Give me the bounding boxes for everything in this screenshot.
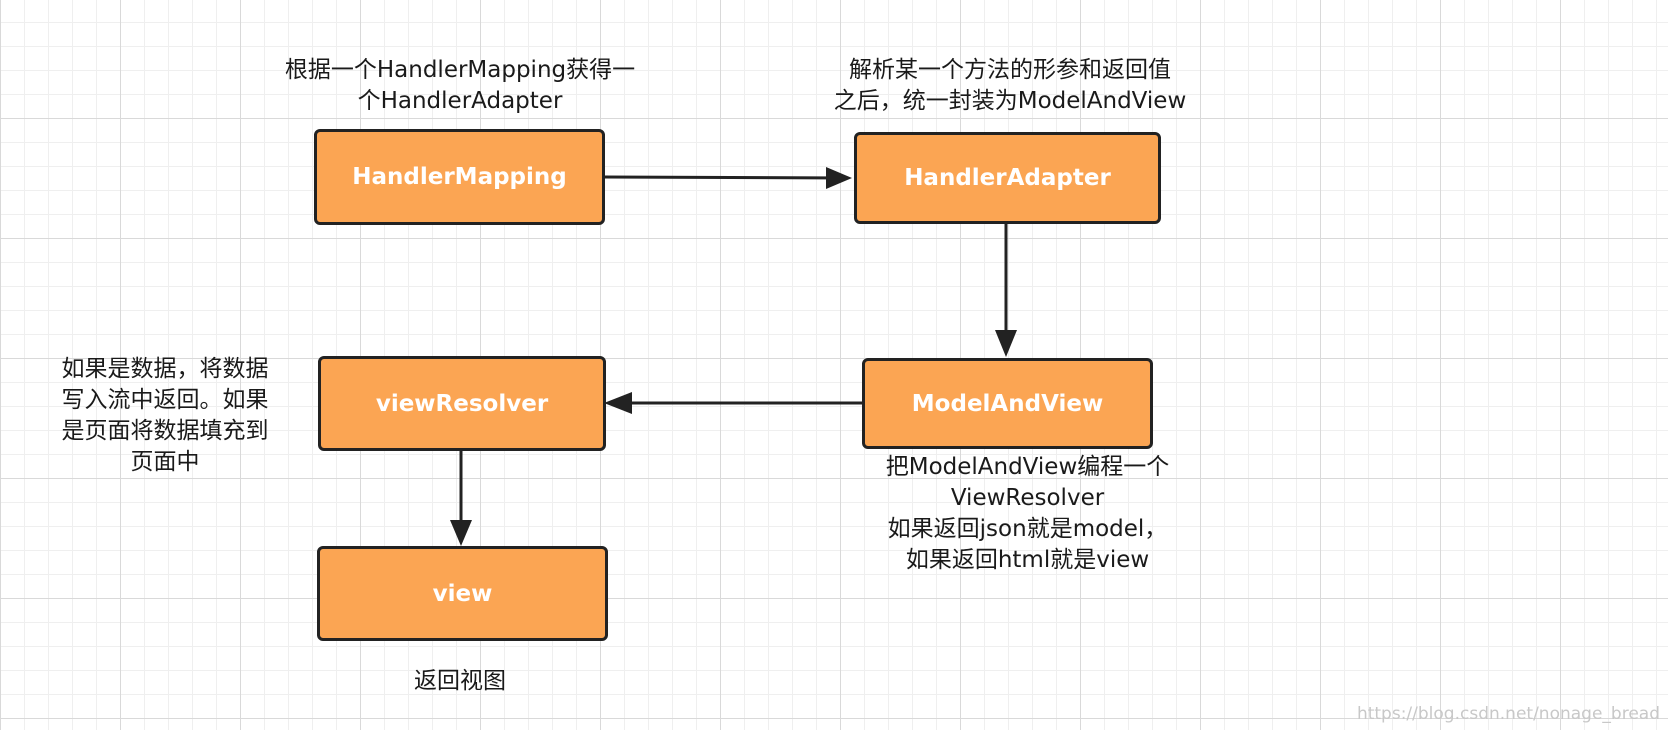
note-handler-adapter: 解析某一个方法的形参和返回值 之后，统一封装为ModelAndView [800, 55, 1220, 117]
node-view[interactable]: view [317, 546, 608, 641]
note-model-and-view: 把ModelAndView编程一个 ViewResolver 如果返回json就… [850, 452, 1205, 576]
watermark: https://blog.csdn.net/nonage_bread [1356, 704, 1660, 724]
note-view-resolver: 如果是数据，将数据 写入流中返回。如果 是页面将数据填充到 页面中 [30, 354, 300, 478]
note-model-and-view-line-1: 把ModelAndView编程一个 [885, 454, 1170, 480]
node-model-and-view[interactable]: ModelAndView [862, 358, 1153, 449]
node-handler-adapter[interactable]: HandlerAdapter [854, 132, 1161, 224]
arrowhead-mapping-to-adapter [826, 167, 852, 189]
arrowhead-resolver-to-view [450, 520, 472, 546]
note-view-resolver-line-1: 如果是数据，将数据 [61, 356, 269, 382]
note-handler-adapter-line-1: 解析某一个方法的形参和返回值 [849, 57, 1171, 83]
note-handler-adapter-line-2: 之后，统一封装为ModelAndView [833, 88, 1187, 114]
note-view-resolver-line-2: 写入流中返回。如果 [61, 387, 269, 413]
node-handler-mapping[interactable]: HandlerMapping [314, 129, 605, 225]
arrow-mapping-to-adapter [603, 175, 849, 180]
arrowhead-modelandview-to-resolver [604, 392, 632, 414]
note-model-and-view-line-3: 如果返回json就是model， [887, 516, 1168, 542]
note-view-resolver-line-4: 页面中 [130, 449, 200, 475]
note-handler-mapping: 根据一个HandlerMapping获得一 个HandlerAdapter [270, 55, 650, 117]
note-handler-mapping-line-1: 根据一个HandlerMapping获得一 [284, 57, 636, 83]
note-model-and-view-line-4: 如果返回html就是view [905, 547, 1150, 573]
note-view: 返回视图 [360, 666, 560, 697]
note-handler-mapping-line-2: 个HandlerAdapter [357, 88, 563, 114]
node-view-resolver[interactable]: viewResolver [318, 356, 606, 451]
note-view-line-1: 返回视图 [414, 668, 506, 694]
note-view-resolver-line-3: 是页面将数据填充到 [61, 418, 269, 444]
note-model-and-view-line-2: ViewResolver [950, 485, 1105, 511]
arrowhead-adapter-to-modelandview [995, 330, 1017, 357]
